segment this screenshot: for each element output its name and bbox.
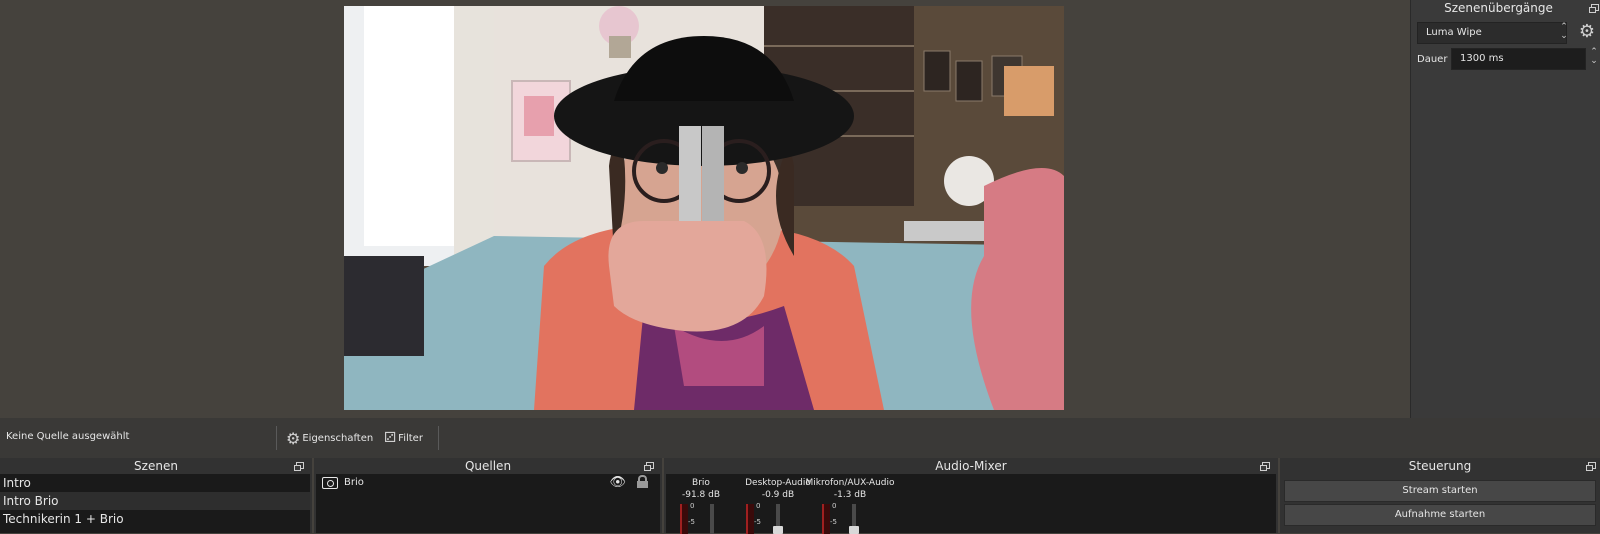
sources-list[interactable]: Brio 👁 [316, 474, 660, 533]
meter-tick: 0 [756, 502, 761, 510]
undock-icon[interactable] [1260, 462, 1270, 471]
scenes-list[interactable]: Intro Intro Brio Technikerin 1 + Brio [0, 474, 310, 533]
meter-tick: -5 [754, 518, 761, 526]
camera-icon [322, 477, 338, 489]
meter-tick: 0 [690, 502, 695, 510]
program-preview-canvas[interactable] [344, 6, 1064, 410]
controls-title-text: Steuerung [1408, 459, 1472, 473]
start-recording-button[interactable]: Aufnahme starten [1284, 504, 1596, 526]
mixer-channel-brio: Brio -91.8 dB [661, 478, 741, 500]
scenes-title: Szenen [0, 458, 312, 474]
preview-area [0, 0, 1410, 418]
source-item-brio[interactable]: Brio 👁 [316, 474, 660, 492]
audio-mixer-dock: Audio-Mixer Brio -91.8 dB 0 -5 Desktop-A… [664, 458, 1278, 534]
undock-icon[interactable] [1589, 4, 1599, 13]
sources-dock: Quellen Brio 👁 [314, 458, 662, 533]
no-source-selected-label: Keine Quelle ausgewählt [6, 431, 130, 442]
toolbar-divider [276, 426, 277, 450]
scene-item-intro-brio[interactable]: Intro Brio [0, 492, 310, 510]
mixer-channel-mic-aux: Mikrofon/AUX-Audio -1.3 dB [802, 478, 898, 500]
controls-title: Steuerung [1280, 458, 1600, 474]
eye-icon[interactable]: 👁 [609, 474, 626, 492]
scenes-title-text: Szenen [134, 459, 178, 473]
start-stream-button[interactable]: Stream starten [1284, 480, 1596, 502]
undock-icon[interactable] [1586, 462, 1596, 471]
properties-label: Eigenschaften [302, 432, 374, 444]
scenes-dock: Szenen Intro Intro Brio Technikerin 1 + … [0, 458, 312, 533]
meter-tick: -5 [830, 518, 837, 526]
duration-field[interactable]: 1300 ms [1451, 48, 1586, 70]
toolbar-divider [438, 426, 439, 450]
gear-icon: ⚙ [286, 428, 301, 448]
undock-icon[interactable] [644, 462, 654, 471]
undock-icon[interactable] [294, 462, 304, 471]
properties-button[interactable]: ⚙ Eigenschaften [286, 427, 373, 449]
duration-spinner[interactable]: ⌃ ⌄ [1588, 48, 1600, 70]
audio-mixer-panel: Brio -91.8 dB 0 -5 Desktop-Audio -0.9 dB… [666, 474, 1276, 534]
filters-button[interactable]: ⚂ Filter [384, 427, 423, 449]
filters-label: Filter [398, 432, 423, 444]
duration-label: Dauer [1417, 54, 1448, 65]
transition-select[interactable]: Luma Wipe [1417, 22, 1567, 44]
meter-tick: 0 [832, 502, 837, 510]
channel-db: -91.8 dB [681, 490, 721, 500]
webcam-video-frame [344, 6, 1064, 410]
chevron-down-icon: ⌄ [1590, 56, 1598, 66]
chevron-down-icon: ⌄ [1560, 31, 1568, 41]
controls-dock: Steuerung Stream starten Aufnahme starte… [1280, 458, 1600, 533]
channel-name: Brio [692, 478, 710, 488]
volume-slider[interactable] [710, 504, 714, 534]
scene-transitions-dock: Szenenübergänge Luma Wipe ⌃ ⌄ ⚙ Dauer 13… [1410, 0, 1600, 418]
channel-db: -1.3 dB [833, 490, 867, 500]
volume-meter [680, 504, 688, 534]
source-toolbar: Keine Quelle ausgewählt ⚙ Eigenschaften … [0, 418, 1600, 458]
volume-meter [822, 504, 830, 534]
transition-select-arrows[interactable]: ⌃ ⌄ [1558, 23, 1570, 43]
transition-settings-gear-icon[interactable]: ⚙ [1577, 22, 1597, 42]
volume-meter [746, 504, 754, 534]
sources-title: Quellen [314, 458, 662, 474]
scene-transitions-title: Szenenübergänge [1444, 1, 1553, 15]
source-label: Brio [344, 477, 364, 488]
sources-title-text: Quellen [464, 459, 512, 473]
audio-mixer-title-text: Audio-Mixer [935, 459, 1007, 473]
transition-select-value: Luma Wipe [1426, 27, 1482, 38]
duration-value: 1300 ms [1460, 53, 1504, 64]
lock-icon[interactable] [637, 475, 648, 488]
scene-item-intro[interactable]: Intro [0, 474, 310, 492]
filter-icon: ⚂ [384, 430, 397, 446]
meter-tick: -5 [688, 518, 695, 526]
audio-mixer-title: Audio-Mixer [664, 458, 1278, 474]
scene-item-technikerin-brio[interactable]: Technikerin 1 + Brio [0, 510, 310, 528]
channel-name: Mikrofon/AUX-Audio [805, 478, 895, 488]
